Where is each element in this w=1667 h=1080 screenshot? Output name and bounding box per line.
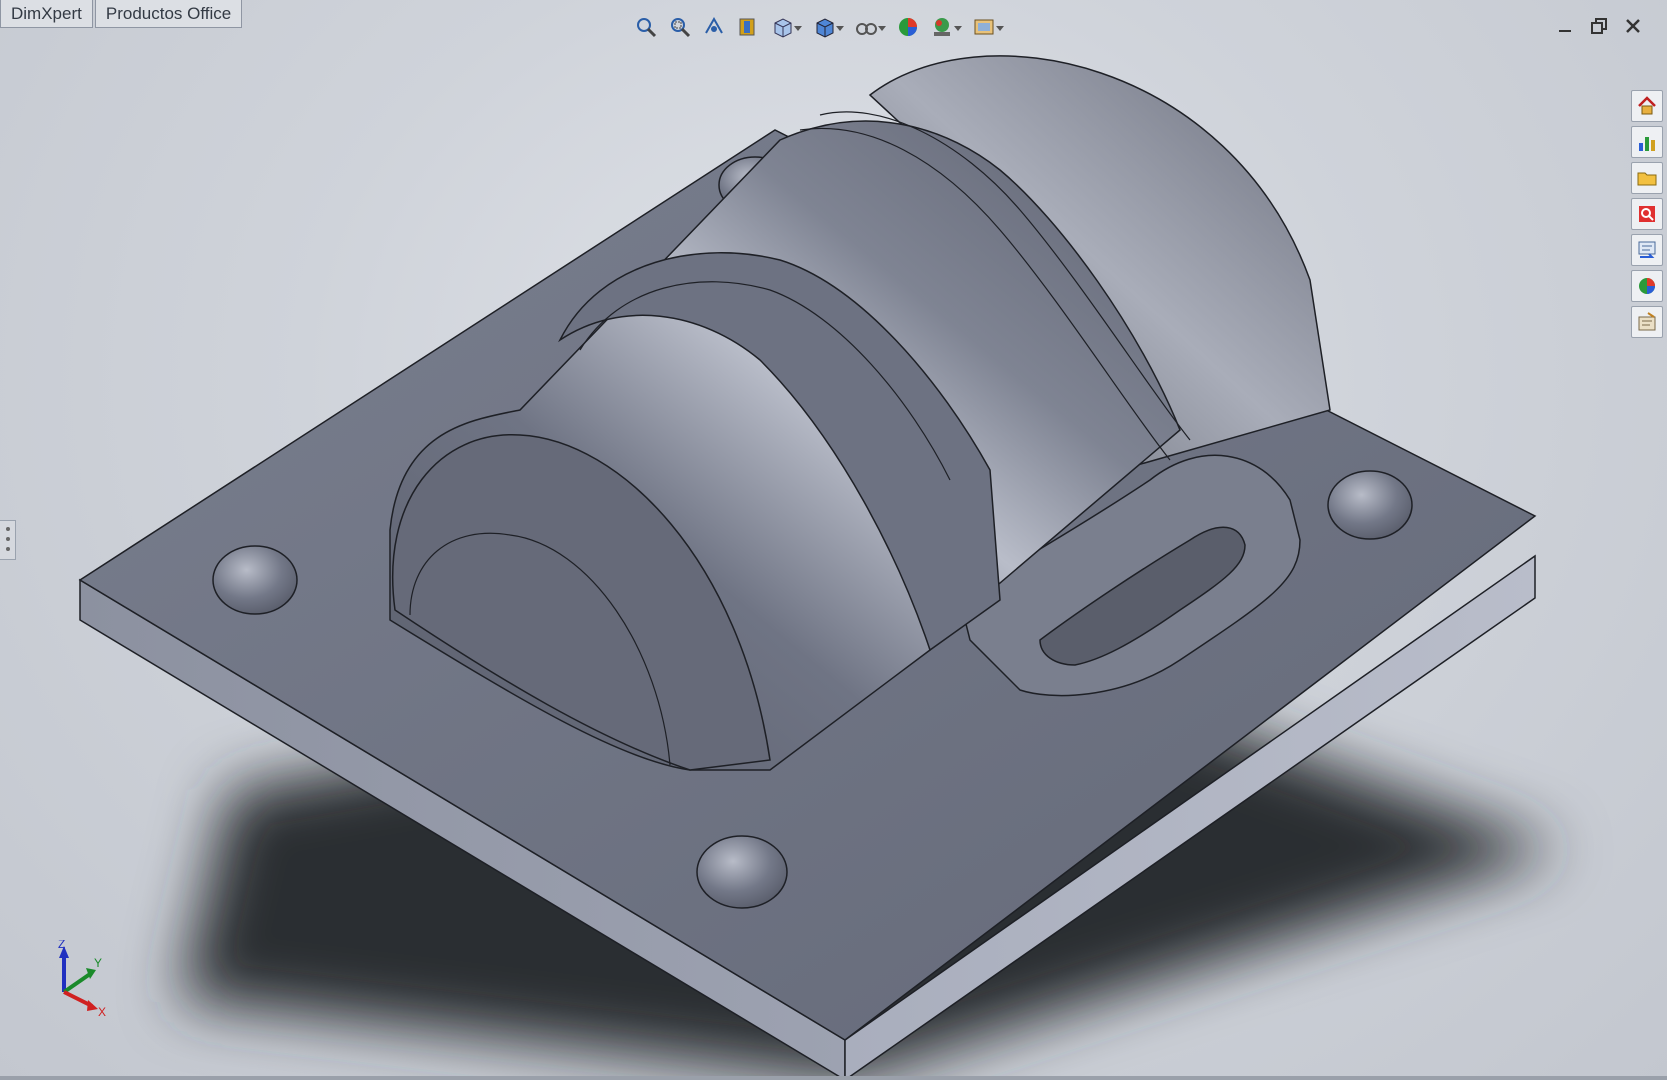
reference-triad: Z Y X	[58, 940, 106, 1019]
tab-productos-office[interactable]: Productos Office	[94, 0, 243, 28]
zoom-to-area-icon[interactable]	[666, 13, 694, 41]
command-manager-tabs: DimXpert Productos Office	[0, 0, 244, 32]
file-explorer-icon[interactable]	[1631, 234, 1663, 266]
previous-view-icon[interactable]	[700, 13, 728, 41]
display-style-icon[interactable]	[810, 13, 844, 41]
graphics-area[interactable]: DimXpert Productos Office Z Y X	[0, 0, 1667, 1080]
apply-scene-icon[interactable]	[928, 13, 962, 41]
resources-icon[interactable]	[1631, 126, 1663, 158]
open-folder-icon[interactable]	[1631, 162, 1663, 194]
hide-show-items-icon[interactable]	[852, 13, 886, 41]
triad-z-label: Z	[58, 940, 65, 951]
mounting-bump-right	[1327, 470, 1413, 540]
close-icon[interactable]	[1623, 16, 1643, 36]
heads-up-view-toolbar	[632, 12, 1006, 42]
edit-appearance-icon[interactable]	[894, 13, 922, 41]
home-icon[interactable]	[1631, 90, 1663, 122]
appearances-icon[interactable]	[1631, 270, 1663, 302]
window-controls	[1555, 16, 1643, 36]
part-model[interactable]	[0, 0, 1667, 1080]
minimize-icon[interactable]	[1555, 16, 1575, 36]
search-icon[interactable]	[1631, 198, 1663, 230]
triad-x-label: X	[98, 1005, 106, 1019]
mounting-bump-front	[696, 835, 788, 909]
custom-properties-icon[interactable]	[1631, 306, 1663, 338]
restore-icon[interactable]	[1589, 16, 1609, 36]
view-settings-icon[interactable]	[970, 13, 1004, 41]
zoom-to-fit-icon[interactable]	[632, 13, 660, 41]
status-bar-edge	[0, 1076, 1667, 1080]
section-view-icon[interactable]	[734, 13, 762, 41]
view-orientation-icon[interactable]	[768, 13, 802, 41]
mounting-bump-left	[212, 545, 298, 615]
tab-dimxpert[interactable]: DimXpert	[0, 0, 93, 28]
feature-manager-collapse-handle[interactable]	[0, 520, 16, 560]
triad-y-label: Y	[94, 956, 102, 970]
task-pane-tabs	[1631, 90, 1665, 338]
